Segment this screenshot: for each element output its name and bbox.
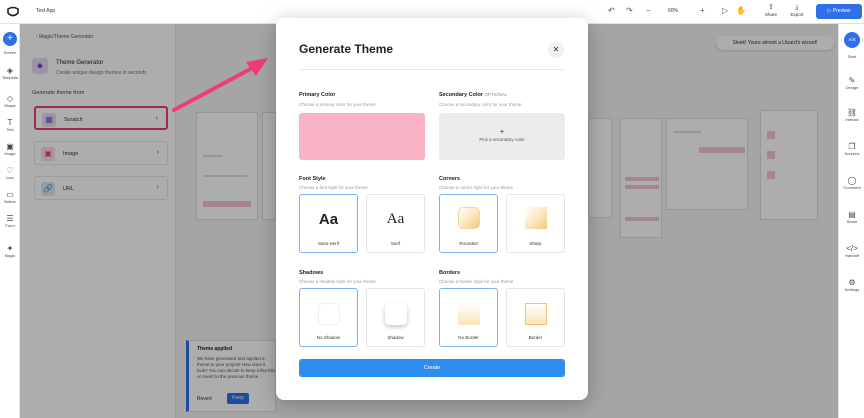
secondary-color-title: Secondary Color OPTIONAL xyxy=(439,92,508,98)
shadows-subtitle: Choose a shadow style for your theme xyxy=(299,279,376,284)
font-option-sans-serif[interactable]: Aa Sans-Serif xyxy=(299,194,358,253)
no-border-preview xyxy=(458,303,480,325)
corner-option-rounded[interactable]: Rounded xyxy=(439,194,498,253)
divider xyxy=(299,69,565,70)
shadow-preview xyxy=(385,303,407,325)
secondary-color-subtitle: Choose a secondary color for your theme xyxy=(439,102,522,107)
font-style-title: Font Style xyxy=(299,176,326,182)
shadows-title: Shadows xyxy=(299,270,324,276)
border-option-none[interactable]: No Border xyxy=(439,288,498,347)
create-button[interactable]: Create xyxy=(299,359,565,377)
optional-badge: OPTIONAL xyxy=(484,92,508,97)
corner-option-sharp[interactable]: Sharp xyxy=(506,194,565,253)
corners-title: Corners xyxy=(439,176,461,182)
shadow-option-shadow[interactable]: Shadow xyxy=(366,288,425,347)
primary-color-swatch[interactable] xyxy=(299,113,425,160)
font-style-subtitle: Choose a font style for your theme xyxy=(299,185,368,190)
sharp-corner-preview xyxy=(525,207,547,229)
no-shadow-preview xyxy=(318,303,340,325)
borders-subtitle: Choose a border style for your theme xyxy=(439,279,514,284)
generate-theme-modal: Generate Theme ✕ Primary Color Choose a … xyxy=(276,18,588,400)
border-option-border[interactable]: Border xyxy=(506,288,565,347)
modal-title: Generate Theme xyxy=(299,42,394,56)
shadow-option-none[interactable]: No Shadow xyxy=(299,288,358,347)
primary-color-subtitle: Choose a primary color for your theme xyxy=(299,102,376,107)
app-window: Test App ↶ ↷ − 60% + ▷ ✋ ⇧ Share ⤓ Expor… xyxy=(0,0,864,418)
secondary-color-picker[interactable]: + Pick a secondary color xyxy=(439,113,565,160)
corners-subtitle: Choose a corner style for your theme xyxy=(439,185,514,190)
font-option-serif[interactable]: Aa Serif xyxy=(366,194,425,253)
borders-title: Borders xyxy=(439,270,461,276)
border-preview xyxy=(525,303,547,325)
close-icon: ✕ xyxy=(552,45,560,54)
primary-color-title: Primary Color xyxy=(299,92,336,98)
close-button[interactable]: ✕ xyxy=(548,42,564,58)
plus-icon: + xyxy=(499,127,505,136)
rounded-corner-preview xyxy=(458,207,480,229)
